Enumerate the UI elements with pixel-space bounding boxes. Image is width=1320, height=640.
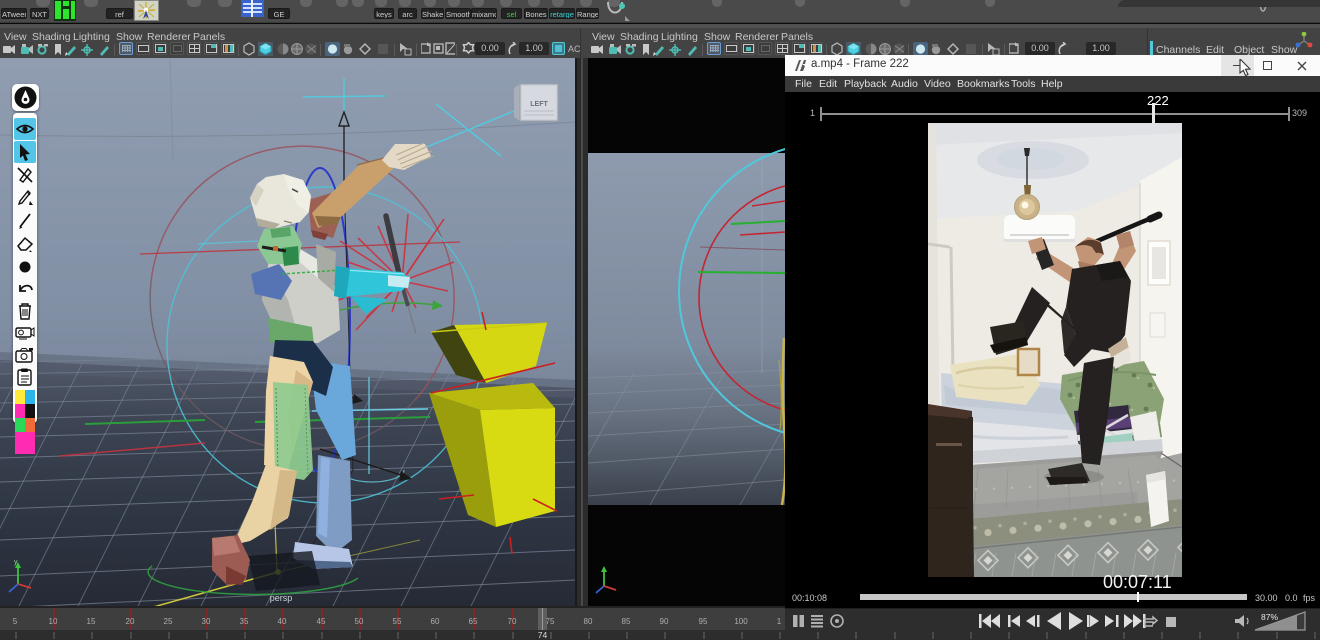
svg-text:y: y	[14, 559, 18, 566]
svg-text:87%: 87%	[1261, 612, 1278, 622]
svg-text:persp: persp	[270, 593, 293, 603]
svg-text:LEFT: LEFT	[530, 101, 548, 108]
